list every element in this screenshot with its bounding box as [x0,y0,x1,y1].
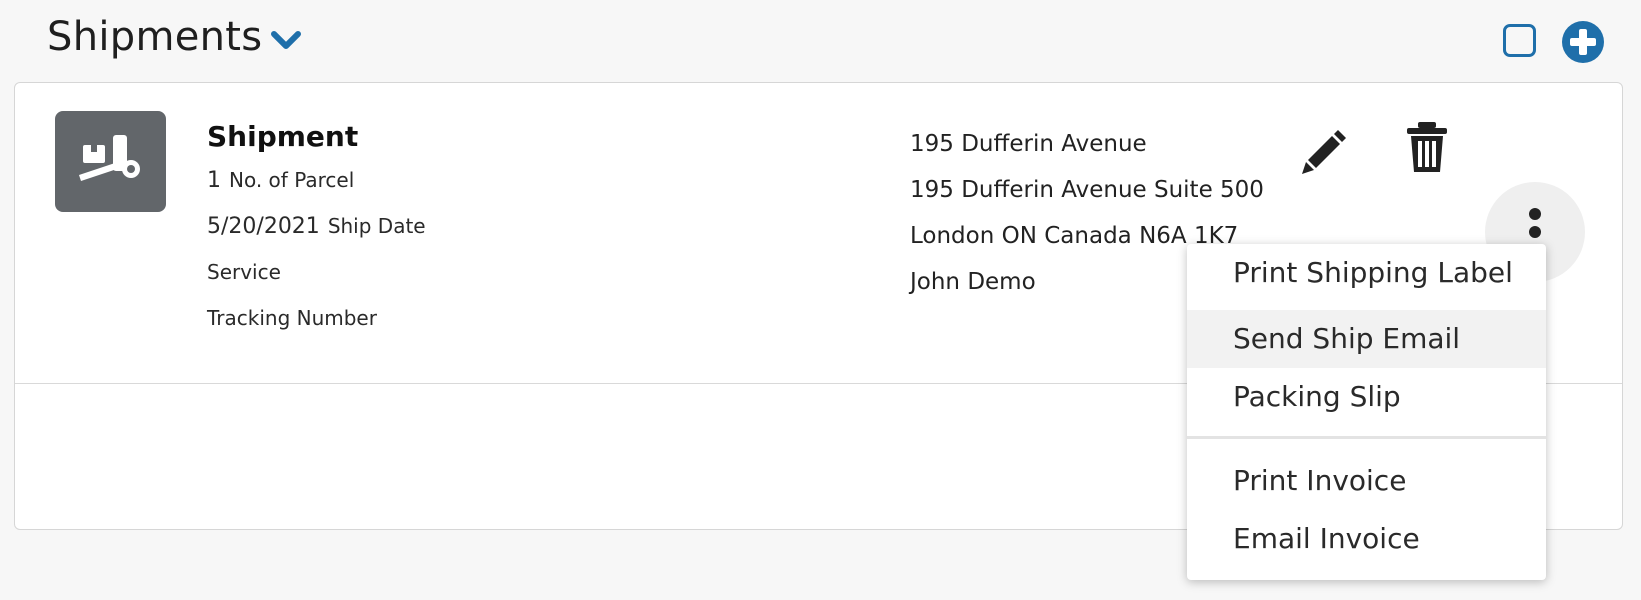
delete-button[interactable] [1404,120,1450,174]
page-header: Shipments [0,0,1641,80]
shipment-info: Shipment 1 No. of Parcel 5/20/2021 Ship Da… [207,117,426,341]
menu-divider [1187,436,1546,439]
tracking-row: Tracking Number [207,295,426,341]
shipment-thumbnail [55,111,166,212]
parcel-count-row: 1 No. of Parcel [207,157,426,203]
pencil-icon [1302,130,1346,174]
tracking-label: Tracking Number [207,306,377,330]
service-label: Service [207,260,281,284]
address-line-2: 195 Dufferin Avenue Suite 500 [910,177,1264,203]
plus-icon [1570,29,1596,55]
shipment-title: Shipment [207,120,359,153]
chevron-down-icon[interactable] [270,28,302,52]
menu-item-send-ship-email[interactable]: Send Ship Email [1187,310,1546,368]
shipment-actions-menu: Print Shipping Label Send Ship Email Pac… [1187,244,1546,580]
dolly-icon [79,135,140,181]
menu-item-print-invoice[interactable]: Print Invoice [1187,452,1546,510]
menu-item-email-invoice[interactable]: Email Invoice [1187,510,1546,568]
address-line-1: 195 Dufferin Avenue [910,131,1147,157]
page-title: Shipments [47,14,263,60]
ship-date-value: 5/20/2021 [207,214,320,239]
parcel-count-label: No. of Parcel [229,168,355,192]
service-row: Service [207,249,426,295]
edit-button[interactable] [1298,124,1350,176]
ship-date-label: Ship Date [327,214,426,238]
parcel-count-value: 1 [207,168,221,193]
menu-item-print-shipping-label[interactable]: Print Shipping Label [1187,244,1546,302]
ship-date-row: 5/20/2021 Ship Date [207,203,426,249]
add-shipment-button[interactable] [1562,21,1604,63]
more-vertical-icon [1529,208,1541,220]
select-all-checkbox[interactable] [1503,24,1536,57]
trash-icon [1407,122,1447,172]
menu-item-packing-slip[interactable]: Packing Slip [1187,368,1546,426]
